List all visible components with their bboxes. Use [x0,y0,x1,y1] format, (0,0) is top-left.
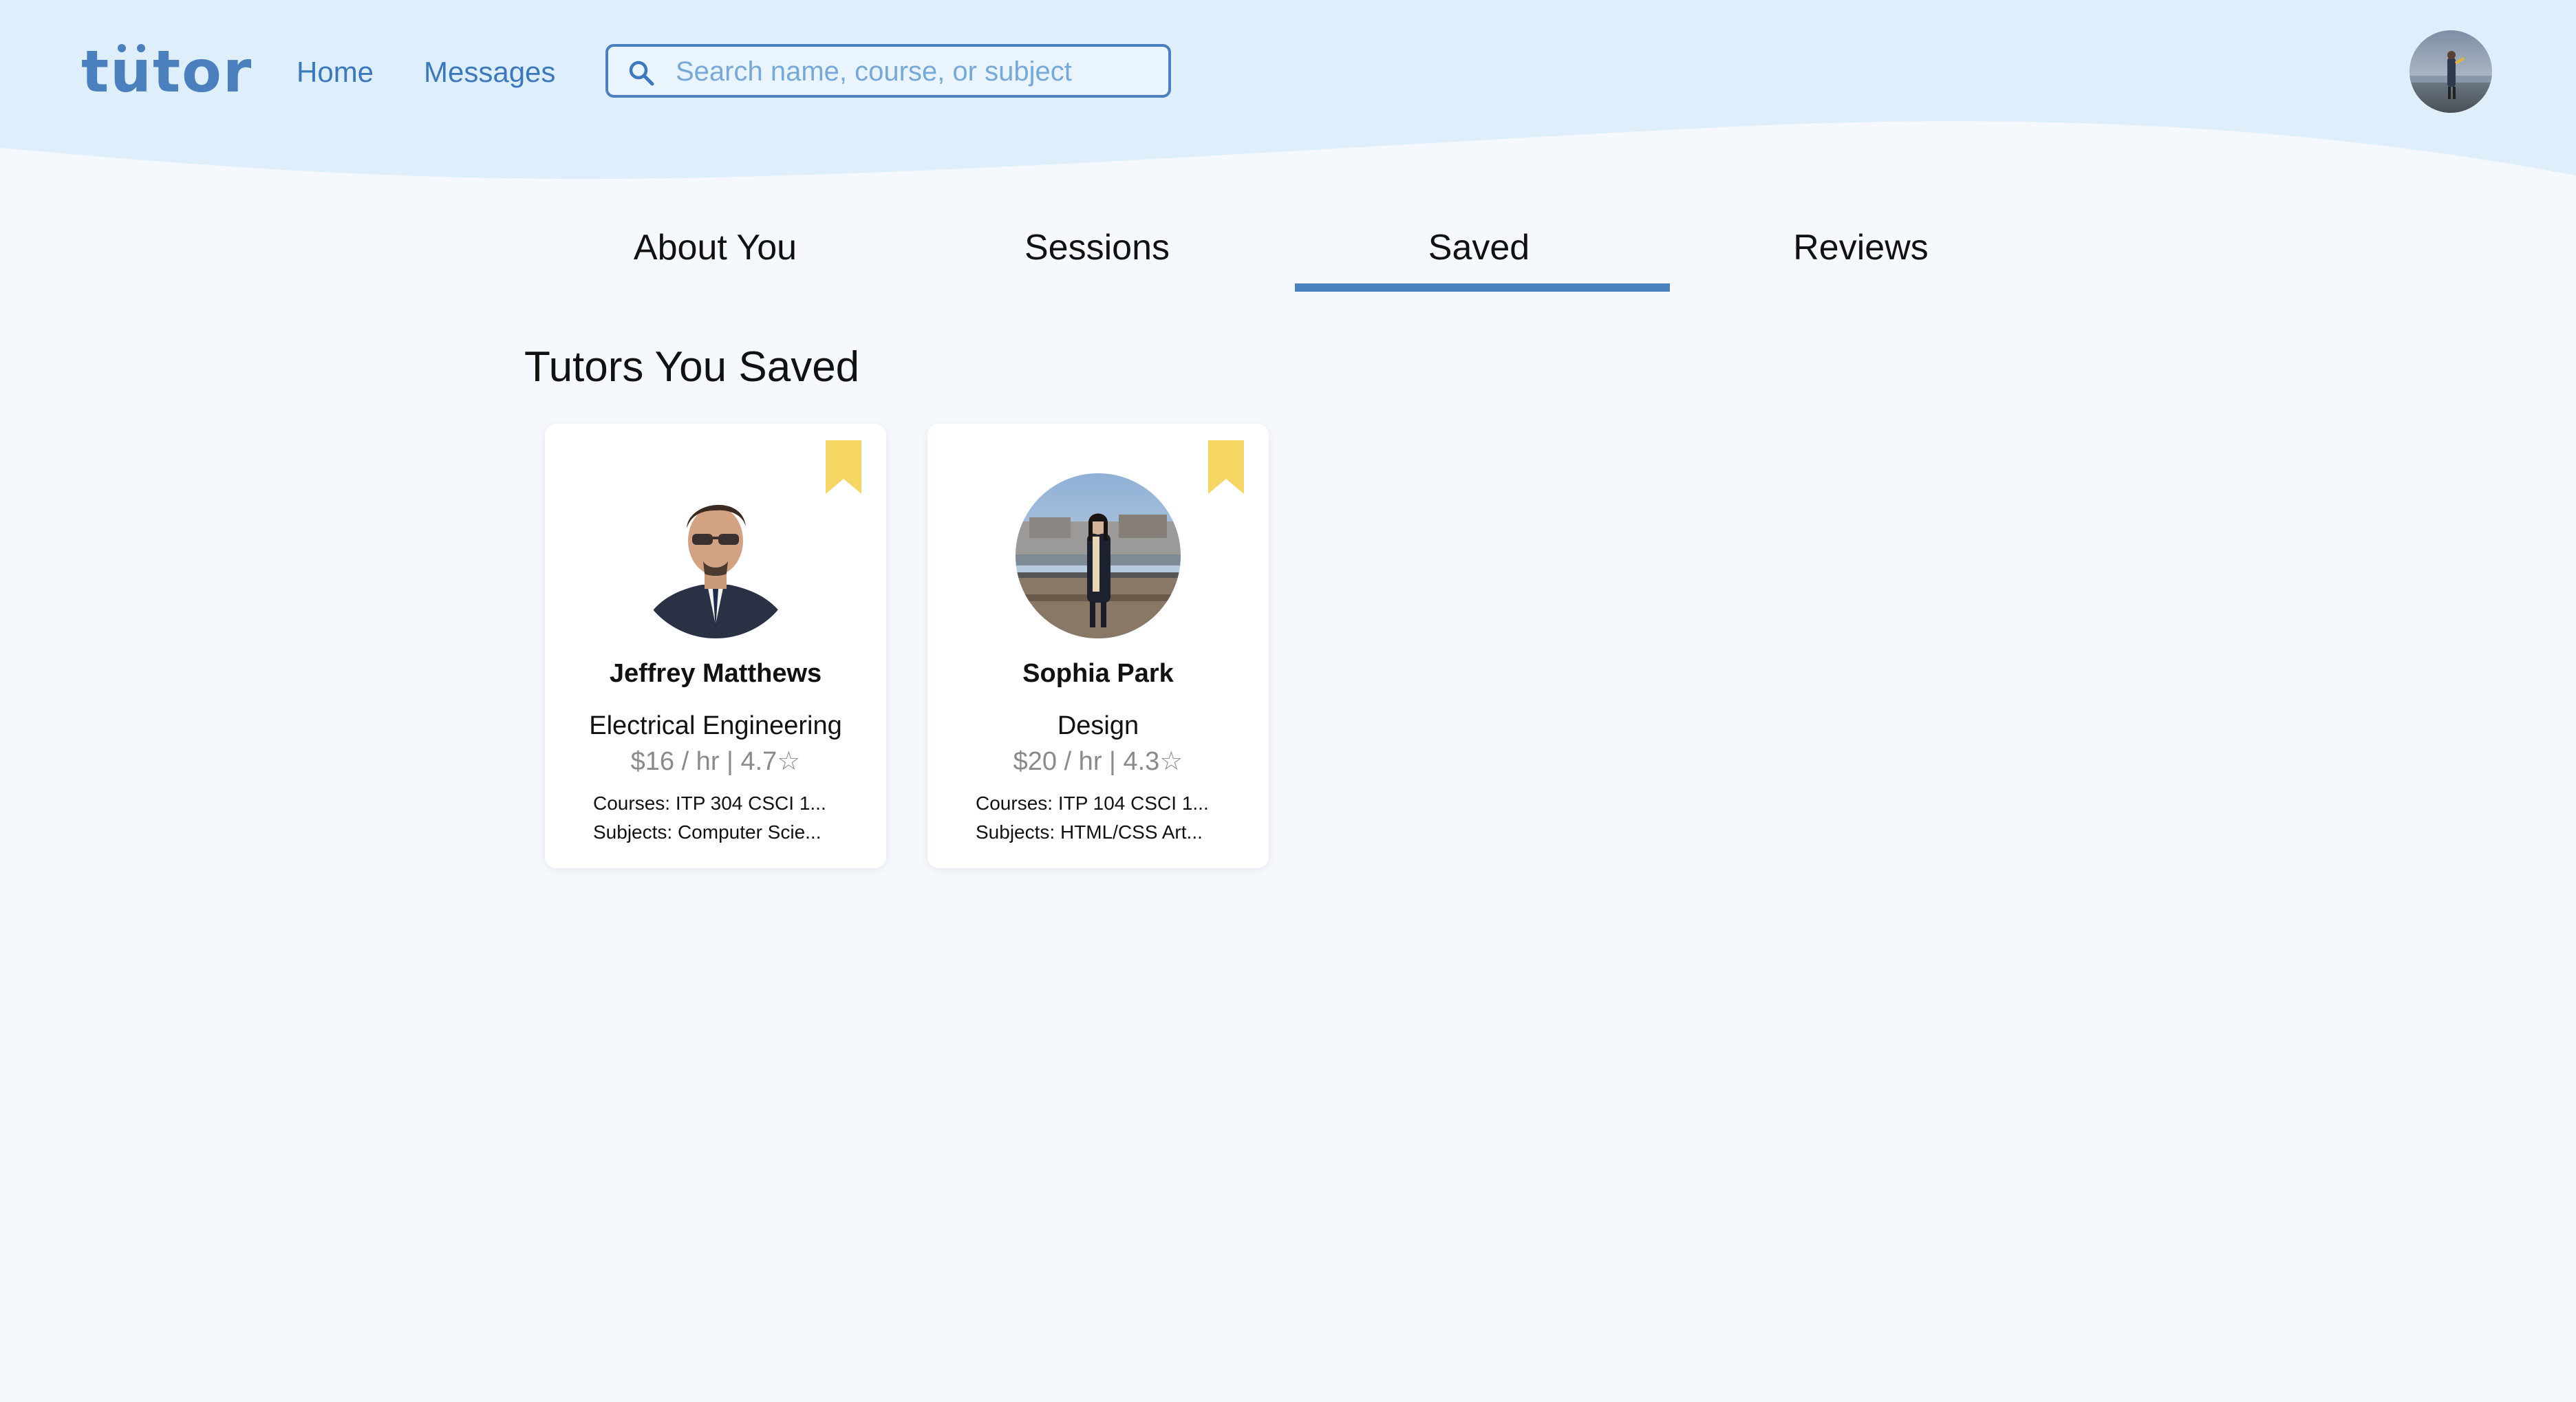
tutor-name: Sophia Park [1022,659,1174,688]
app-logo[interactable]: tu tor [81,37,253,106]
tutor-major: Design [1057,711,1139,740]
tab-reviews[interactable]: Reviews [1670,206,2052,292]
search-box[interactable] [605,44,1171,98]
tab-saved[interactable]: Saved [1288,206,1670,292]
tab-about-you[interactable]: About You [524,206,906,292]
header-background [0,0,2576,180]
bookmark-icon[interactable] [1208,440,1244,494]
tutor-name: Jeffrey Matthews [609,659,822,688]
tutor-rate-rating: $20 / hr | 4.3☆ [927,744,1269,779]
user-avatar[interactable] [2409,30,2492,113]
tutor-subjects: Subjects: Computer Scie... [593,821,822,843]
tutor-card[interactable]: Sophia Park Design $20 / hr | 4.3☆ Cours… [927,424,1269,868]
nav-home-link[interactable]: Home [297,54,374,91]
nav-messages-link[interactable]: Messages [424,54,555,91]
star-icon: ☆ [1159,747,1183,776]
section-title: Tutors You Saved [524,343,860,391]
search-input[interactable] [674,52,1152,91]
tutor-courses: Courses: ITP 304 CSCI 1... [593,792,826,814]
tutor-major: Electrical Engineering [589,711,842,740]
search-icon [629,61,654,86]
tutor-rate-text: $20 / hr | 4.3 [1013,747,1160,776]
tutor-rate-rating: $16 / hr | 4.7☆ [545,744,886,779]
tutor-subjects: Subjects: HTML/CSS Art... [976,821,1203,843]
tutor-photo [633,473,798,638]
profile-tabs: About You Sessions Saved Reviews [524,206,2052,292]
tab-sessions[interactable]: Sessions [906,206,1288,292]
tutor-card[interactable]: Jeffrey Matthews Electrical Engineering … [545,424,886,868]
tutor-courses: Courses: ITP 104 CSCI 1... [976,792,1209,814]
bookmark-icon[interactable] [826,440,861,494]
tutor-rate-text: $16 / hr | 4.7 [630,747,777,776]
tutor-photo [1016,473,1181,638]
star-icon: ☆ [777,747,801,776]
